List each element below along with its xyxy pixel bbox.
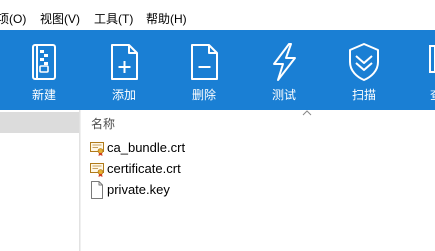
- test-button[interactable]: 测试: [253, 30, 315, 110]
- file-name: ca_bundle.crt: [107, 140, 186, 155]
- nav-selected-item[interactable]: [0, 112, 79, 133]
- find-button[interactable]: 查: [412, 30, 435, 110]
- new-label: 新建: [31, 88, 56, 102]
- menu-bar: 项(O) 视图(V) 工具(T) 帮助(H): [0, 9, 435, 30]
- delete-file-icon: [191, 44, 218, 80]
- menu-help[interactable]: 帮助(H): [146, 12, 187, 27]
- test-label: 测试: [271, 88, 296, 102]
- new-button[interactable]: 新建: [13, 30, 75, 110]
- title-strip: [0, 0, 435, 9]
- navigation-pane[interactable]: [0, 110, 80, 251]
- file-row[interactable]: ca_bundle.crt: [89, 138, 389, 158]
- file-name: certificate.crt: [107, 161, 181, 176]
- lightning-icon: [273, 43, 296, 81]
- overflow-icon: [429, 45, 435, 73]
- add-label: 添加: [111, 88, 136, 102]
- file-name: private.key: [107, 182, 170, 197]
- file-row[interactable]: certificate.crt: [89, 159, 389, 179]
- menu-view[interactable]: 视图(V): [40, 12, 80, 27]
- certificate-icon: [90, 163, 104, 177]
- scan-button[interactable]: 扫描: [333, 30, 395, 110]
- toolbar: 新建 添加 删除 测试 扫描: [0, 30, 435, 110]
- app-window: 项(O) 视图(V) 工具(T) 帮助(H) 新建 添加 删除 测试 扫描 名称…: [0, 0, 435, 251]
- file-row[interactable]: private.key: [89, 180, 389, 200]
- menu-options[interactable]: 项(O): [0, 12, 26, 27]
- sort-ascending-icon[interactable]: [302, 110, 312, 116]
- add-button[interactable]: 添加: [93, 30, 155, 110]
- find-label: 查: [430, 88, 435, 102]
- certificate-icon: [90, 142, 104, 156]
- delete-label: 删除: [191, 88, 216, 102]
- file-list: 名称 ca_bundle.crt certificate.crt private…: [81, 110, 435, 251]
- column-header-name[interactable]: 名称: [91, 117, 115, 131]
- delete-button[interactable]: 删除: [173, 30, 235, 110]
- scan-label: 扫描: [351, 88, 376, 102]
- menu-tools[interactable]: 工具(T): [94, 12, 133, 27]
- add-file-icon: [111, 44, 138, 80]
- file-icon: [91, 181, 103, 199]
- shield-scan-icon: [349, 43, 379, 81]
- archive-zip-icon: [32, 44, 56, 80]
